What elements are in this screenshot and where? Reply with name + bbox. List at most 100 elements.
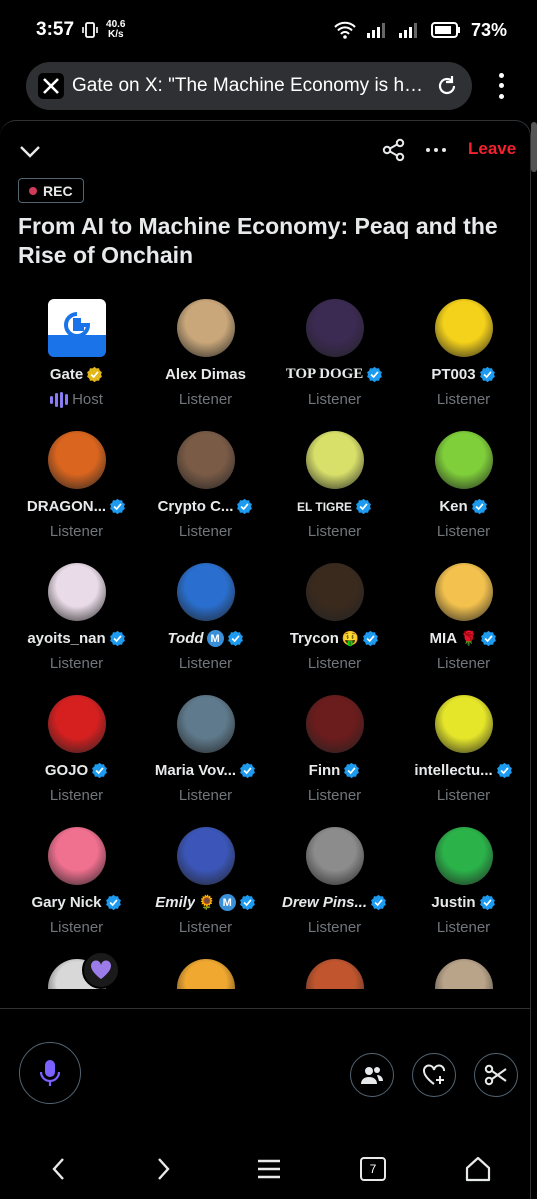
avatar[interactable] (434, 299, 493, 357)
avatar[interactable] (434, 563, 493, 621)
participant[interactable] (12, 951, 141, 989)
address-bar[interactable]: Gate on X: "The Machine Economy is he... (26, 62, 472, 110)
avatar[interactable] (305, 827, 364, 885)
participant[interactable]: Crypto C... Listener (141, 431, 270, 563)
avatar[interactable] (434, 827, 493, 885)
participant[interactable]: Justin Listener (399, 827, 528, 959)
battery-icon (430, 22, 460, 38)
scrollbar[interactable] (531, 122, 537, 172)
participant-grid: Gate Host Alex Dimas Listener TOP DOGE Listen… (12, 299, 528, 989)
avatar[interactable] (305, 695, 364, 753)
avatar[interactable] (176, 563, 235, 621)
participant[interactable]: Maria Vov... Listener (141, 695, 270, 827)
verified-badge-icon (344, 762, 360, 779)
verified-badge-icon (105, 894, 121, 911)
leave-button[interactable]: Leave (468, 139, 516, 159)
avatar[interactable] (47, 299, 106, 357)
participant-role: Listener (308, 787, 361, 804)
avatar[interactable] (176, 695, 235, 753)
avatar[interactable] (434, 695, 493, 753)
avatar[interactable] (176, 959, 235, 989)
avatar[interactable] (176, 827, 235, 885)
participant[interactable] (141, 959, 270, 989)
avatar-wrapper (305, 959, 364, 989)
vibrate-icon (82, 22, 98, 38)
avatar[interactable] (176, 431, 235, 489)
avatar-wrapper (47, 695, 106, 753)
participant[interactable]: Gate Host (12, 299, 141, 431)
role-label: Listener (49, 919, 104, 936)
participant[interactable]: Drew Pins... Listener (270, 827, 399, 959)
more-options-icon[interactable] (423, 137, 449, 163)
participant[interactable]: PT003 Listener (399, 299, 528, 431)
participant-name-row: Crypto C... (158, 498, 254, 515)
signal-icon-2 (398, 23, 417, 38)
role-label: Listener (436, 655, 491, 672)
avatar[interactable] (47, 563, 106, 621)
participant-role: Listener (308, 523, 361, 540)
net-speed: 40.6 K/s (106, 20, 125, 40)
participant-role: Listener (179, 787, 232, 804)
participant-role: Listener (437, 523, 490, 540)
participant[interactable]: Trycon 🤑 Listener (270, 563, 399, 695)
participant[interactable] (399, 959, 528, 989)
verified-badge-icon (363, 630, 379, 647)
tabs-button[interactable]: 7 (358, 1154, 388, 1184)
people-button[interactable] (350, 1053, 394, 1097)
home-icon[interactable] (463, 1154, 493, 1184)
back-icon[interactable] (44, 1154, 74, 1184)
avatar[interactable] (47, 827, 106, 885)
avatar[interactable] (305, 431, 364, 489)
avatar-wrapper (305, 563, 364, 621)
participant-role: Listener (50, 655, 103, 672)
participant[interactable]: Emily 🌻 M Listener (141, 827, 270, 959)
reload-icon[interactable] (434, 73, 460, 99)
participant[interactable]: MIA 🌹 Listener (399, 563, 528, 695)
react-button[interactable] (412, 1053, 456, 1097)
share-icon[interactable] (381, 137, 407, 163)
participant[interactable] (270, 959, 399, 989)
participant-name-row: Maria Vov... (155, 762, 256, 779)
participant[interactable]: Finn Listener (270, 695, 399, 827)
clip-button[interactable] (474, 1053, 518, 1097)
avatar[interactable] (47, 431, 106, 489)
participant[interactable]: EL TIGRE Listener (270, 431, 399, 563)
participant-name: Drew Pins... (281, 894, 368, 911)
participant-name: PT003 (431, 366, 476, 383)
microphone-button[interactable] (19, 1042, 81, 1104)
avatar[interactable] (305, 959, 364, 989)
participant[interactable]: Todd M Listener (141, 563, 270, 695)
participant[interactable]: Ken Listener (399, 431, 528, 563)
participant[interactable]: DRAGON... Listener (12, 431, 141, 563)
participant-role: Listener (50, 523, 103, 540)
overflow-menu-icon[interactable] (490, 70, 512, 102)
participant[interactable]: TOP DOGE Listener (270, 299, 399, 431)
participant[interactable]: GOJO Listener (12, 695, 141, 827)
participant[interactable]: ayoits_nan Listener (12, 563, 141, 695)
forward-icon[interactable] (148, 1154, 178, 1184)
avatar-wrapper (176, 827, 235, 885)
avatar[interactable] (176, 299, 235, 357)
page-title[interactable]: Gate on X: "The Machine Economy is he... (72, 75, 426, 97)
role-label: Listener (436, 523, 491, 540)
avatar[interactable] (305, 299, 364, 357)
divider (0, 1008, 531, 1009)
menu-icon[interactable] (254, 1154, 284, 1184)
participant-name: Todd (167, 630, 204, 647)
participant-name: TOP DOGE (285, 366, 364, 382)
avatar[interactable] (434, 431, 493, 489)
participant[interactable]: Gary Nick Listener (12, 827, 141, 959)
participant[interactable]: Alex Dimas Listener (141, 299, 270, 431)
participant-name-row: GOJO (45, 762, 108, 779)
participant[interactable]: intellectu... Listener (399, 695, 528, 827)
wifi-icon (334, 21, 356, 39)
role-label: Host (72, 391, 103, 408)
avatar[interactable] (434, 959, 493, 989)
avatar-wrapper (176, 695, 235, 753)
participant-name-row: EL TIGRE (297, 498, 372, 515)
chevron-down-icon[interactable] (16, 137, 44, 165)
avatar[interactable] (305, 563, 364, 621)
avatar[interactable] (47, 695, 106, 753)
participant-name-row: DRAGON... (27, 498, 126, 515)
signal-icon (366, 23, 385, 38)
